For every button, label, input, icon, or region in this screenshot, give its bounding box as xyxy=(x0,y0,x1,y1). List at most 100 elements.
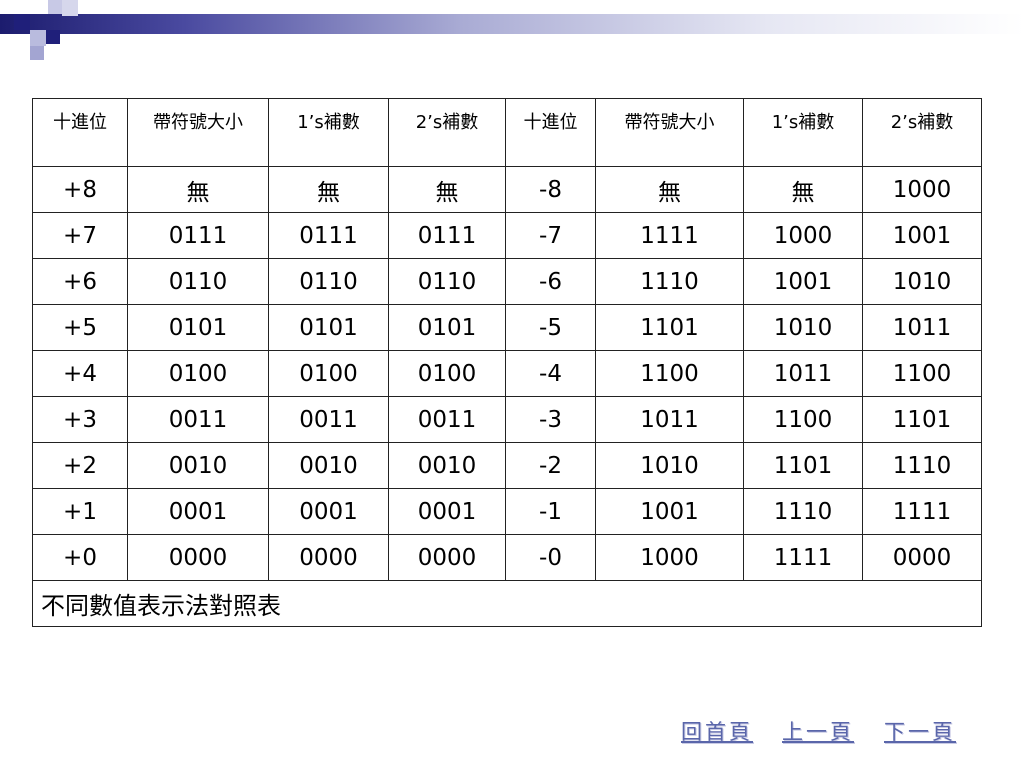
table-cell: +2 xyxy=(32,442,128,489)
table-cell: 0100 xyxy=(127,350,269,397)
table-cell: +3 xyxy=(32,396,128,443)
table-cell: 0101 xyxy=(268,304,389,351)
table-row: +3 0011 0011 0011 -3 1011 1100 1101 xyxy=(32,396,982,443)
table-row: +1 0001 0001 0001 -1 1001 1110 1111 xyxy=(32,488,982,535)
table-cell: 0111 xyxy=(268,212,389,259)
table-cell: 無 xyxy=(595,166,744,213)
table-cell: 0100 xyxy=(388,350,506,397)
table-cell: 0000 xyxy=(127,534,269,581)
column-header: 1’s補數 xyxy=(268,98,389,167)
header-decor-square xyxy=(48,0,62,14)
table-cell: -2 xyxy=(505,442,596,489)
header-decor-square xyxy=(62,0,78,16)
table-cell: +0 xyxy=(32,534,128,581)
table-cell: 1000 xyxy=(595,534,744,581)
table-cell: 1001 xyxy=(743,258,863,305)
table-row: +0 0000 0000 0000 -0 1000 1111 0000 xyxy=(32,534,982,581)
column-header: 十進位 xyxy=(505,98,596,167)
table-cell: 1111 xyxy=(743,534,863,581)
slide: 十進位 帶符號大小 1’s補數 2’s補數 十進位 帶符號大小 1’s補數 2’… xyxy=(0,0,1024,768)
table-caption-row: 不同數值表示法對照表 xyxy=(32,580,982,627)
table-caption: 不同數值表示法對照表 xyxy=(32,580,982,627)
table-cell: -1 xyxy=(505,488,596,535)
table-cell: 1010 xyxy=(743,304,863,351)
column-header: 十進位 xyxy=(32,98,128,167)
table-cell: -7 xyxy=(505,212,596,259)
table-row: +7 0111 0111 0111 -7 1111 1000 1001 xyxy=(32,212,982,259)
column-header: 1’s補數 xyxy=(743,98,863,167)
column-header: 帶符號大小 xyxy=(127,98,269,167)
table-cell: 1110 xyxy=(743,488,863,535)
table-cell: 0100 xyxy=(268,350,389,397)
table-row: +2 0010 0010 0010 -2 1010 1101 1110 xyxy=(32,442,982,489)
table-cell: -3 xyxy=(505,396,596,443)
header-decor-square xyxy=(30,46,44,60)
table-cell: +1 xyxy=(32,488,128,535)
table-header-row: 十進位 帶符號大小 1’s補數 2’s補數 十進位 帶符號大小 1’s補數 2’… xyxy=(32,98,982,167)
table-cell: 0010 xyxy=(388,442,506,489)
next-page-link[interactable]: 下一頁 xyxy=(884,716,956,746)
table-row: +4 0100 0100 0100 -4 1100 1011 1100 xyxy=(32,350,982,397)
table-cell: 無 xyxy=(743,166,863,213)
table-cell: 1100 xyxy=(862,350,982,397)
table-cell: 0110 xyxy=(388,258,506,305)
table-cell: 0101 xyxy=(388,304,506,351)
column-header: 2’s補數 xyxy=(388,98,506,167)
table-cell: 1001 xyxy=(862,212,982,259)
table-cell: 無 xyxy=(388,166,506,213)
table-cell: 1010 xyxy=(595,442,744,489)
table-cell: 0111 xyxy=(388,212,506,259)
table-row: +5 0101 0101 0101 -5 1101 1010 1011 xyxy=(32,304,982,351)
table-cell: 1101 xyxy=(862,396,982,443)
table-cell: 1111 xyxy=(862,488,982,535)
table-row: +6 0110 0110 0110 -6 1110 1001 1010 xyxy=(32,258,982,305)
column-header: 2’s補數 xyxy=(862,98,982,167)
column-header: 帶符號大小 xyxy=(595,98,744,167)
table-cell: 1110 xyxy=(862,442,982,489)
table-cell: 無 xyxy=(127,166,269,213)
table-cell: 0011 xyxy=(127,396,269,443)
table-cell: 0001 xyxy=(388,488,506,535)
table-cell: 1111 xyxy=(595,212,744,259)
table-cell: 1101 xyxy=(743,442,863,489)
table-cell: 0010 xyxy=(268,442,389,489)
table-cell: +6 xyxy=(32,258,128,305)
table-cell: -8 xyxy=(505,166,596,213)
table-cell: 0011 xyxy=(268,396,389,443)
table-row: +8 無 無 無 -8 無 無 1000 xyxy=(32,166,982,213)
table-cell: -4 xyxy=(505,350,596,397)
table-cell: 0111 xyxy=(127,212,269,259)
table-cell: 1000 xyxy=(862,166,982,213)
table-cell: 1100 xyxy=(595,350,744,397)
header-decor-square xyxy=(14,14,30,30)
table-cell: 1011 xyxy=(595,396,744,443)
table-cell: 1000 xyxy=(743,212,863,259)
table-cell: 0000 xyxy=(388,534,506,581)
table-cell: +4 xyxy=(32,350,128,397)
table-cell: 1001 xyxy=(595,488,744,535)
table-cell: 無 xyxy=(268,166,389,213)
table-cell: 0101 xyxy=(127,304,269,351)
table-cell: 1011 xyxy=(743,350,863,397)
table-cell: 0011 xyxy=(388,396,506,443)
table-cell: -0 xyxy=(505,534,596,581)
table-cell: 1011 xyxy=(862,304,982,351)
table-cell: 0001 xyxy=(268,488,389,535)
table-cell: 0110 xyxy=(268,258,389,305)
table-cell: 1010 xyxy=(862,258,982,305)
number-representation-table: 十進位 帶符號大小 1’s補數 2’s補數 十進位 帶符號大小 1’s補數 2’… xyxy=(32,98,982,627)
table-cell: -5 xyxy=(505,304,596,351)
previous-page-link[interactable]: 上一頁 xyxy=(782,716,854,746)
table-cell: 1101 xyxy=(595,304,744,351)
table-cell: 0010 xyxy=(127,442,269,489)
table-cell: +7 xyxy=(32,212,128,259)
table-cell: +8 xyxy=(32,166,128,213)
table-cell: 0110 xyxy=(127,258,269,305)
table-cell: 1100 xyxy=(743,396,863,443)
header-decor-square xyxy=(30,30,46,46)
header-gradient-bar xyxy=(0,14,1024,34)
header-decor-square xyxy=(46,30,60,44)
table-cell: -6 xyxy=(505,258,596,305)
table-cell: 1110 xyxy=(595,258,744,305)
home-page-link[interactable]: 回首頁 xyxy=(681,716,753,746)
